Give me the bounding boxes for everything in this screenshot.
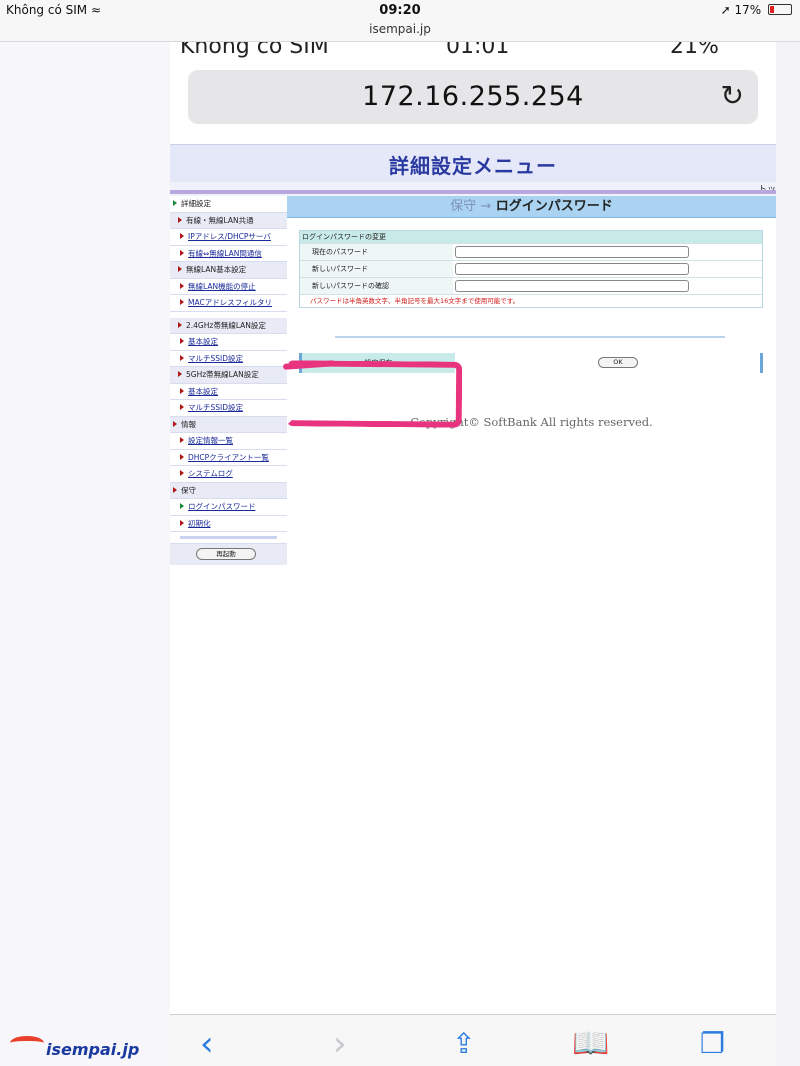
sidebar-divider <box>180 536 277 539</box>
new-password-input[interactable] <box>455 263 689 275</box>
sidebar-item-5-basic[interactable]: 基本設定 <box>170 383 287 400</box>
sidebar-item-5ghz[interactable]: 5GHz帯無線LAN設定 <box>170 367 287 384</box>
triangle-icon <box>180 503 184 509</box>
sidebar-item-info[interactable]: 情報 <box>170 416 287 433</box>
divider <box>170 190 776 194</box>
watermark-logo: isempai.jp <box>6 1032 166 1062</box>
sidebar-menu: 詳細設定 有線・無線LAN共通 IPアドレス/DHCPサーバ 有線⇔無線LAN間… <box>170 196 287 565</box>
triangle-icon <box>180 470 184 476</box>
sidebar-item-settings-list[interactable]: 設定情報一覧 <box>170 433 287 450</box>
main-content: 保守 → ログインパスワード ログインパスワードの変更 現在のパスワード 新しい… <box>287 196 776 429</box>
confirm-password-input[interactable] <box>455 280 689 292</box>
address-text: 172.16.255.254 <box>362 81 584 112</box>
status-time: 09:20 <box>379 3 421 18</box>
back-icon[interactable]: ‹ <box>200 1027 214 1061</box>
new-password-label: 新しいパスワード <box>300 261 453 277</box>
sidebar-item-ip-dhcp[interactable]: IPアドレス/DHCPサーバ <box>170 229 287 246</box>
sidebar-item-24-basic[interactable]: 基本設定 <box>170 334 287 351</box>
sidebar-item-reset[interactable]: 初期化 <box>170 515 287 532</box>
triangle-icon <box>178 371 182 377</box>
reboot-button[interactable]: 再起動 <box>196 548 256 560</box>
share-icon[interactable]: ⇪ <box>452 1029 475 1059</box>
sidebar-item-maintenance[interactable]: 保守 <box>170 482 287 499</box>
triangle-icon <box>178 266 182 272</box>
confirm-password-label: 新しいパスワードの確認 <box>300 278 453 294</box>
tabs-icon[interactable]: ❐ <box>700 1029 725 1059</box>
divider <box>335 336 725 338</box>
bookmarks-icon[interactable]: 📖 <box>572 1029 609 1059</box>
sidebar-item-wlan-stop[interactable]: 無線LAN機能の停止 <box>170 278 287 295</box>
sidebar-item-lan-comm[interactable]: 有線⇔無線LAN間通信 <box>170 245 287 262</box>
address-bar[interactable]: 172.16.255.254 ↻ <box>188 70 758 124</box>
sidebar-item-common[interactable]: 有線・無線LAN共通 <box>170 212 287 229</box>
triangle-icon <box>178 216 182 223</box>
form-row: 新しいパスワードの確認 <box>300 277 762 294</box>
breadcrumb: 保守 → <box>450 199 492 214</box>
triangle-icon <box>180 338 184 344</box>
triangle-icon <box>180 354 184 361</box>
logo-swoosh-icon <box>10 1036 44 1050</box>
reload-icon[interactable]: ↻ <box>721 79 744 112</box>
sidebar-item-login-password[interactable]: ログインパスワード <box>170 499 287 516</box>
section-heading: 保守 → ログインパスワード <box>287 196 776 218</box>
sidebar-item-24-multissid[interactable]: マルチSSID設定 <box>170 350 287 367</box>
reboot-row: 再起動 <box>170 543 287 565</box>
status-url: isempai.jp <box>369 22 431 36</box>
triangle-icon <box>180 437 184 443</box>
password-note: パスワードは半角英数文字、半角記号を最大16文字まで使用可能です。 <box>300 294 762 307</box>
form-row: 新しいパスワード <box>300 260 762 277</box>
sidebar-item-24ghz[interactable]: 2.4GHz帯無線LAN設定 <box>170 317 287 334</box>
page-title: 詳細設定メニュー <box>389 154 557 178</box>
triangle-icon <box>180 282 184 289</box>
sidebar-item-wlan-basic[interactable]: 無線LAN基本設定 <box>170 262 287 279</box>
triangle-icon <box>173 200 177 206</box>
sidebar-item-syslog[interactable]: システムログ <box>170 466 287 483</box>
watermark-text: isempai.jp <box>46 1040 140 1059</box>
highlight-annotation <box>285 360 463 428</box>
triangle-icon <box>180 249 184 256</box>
triangle-icon <box>178 321 182 328</box>
phone-battery: 21% <box>670 42 719 59</box>
sidebar-item-mac-filter[interactable]: MACアドレスフィルタリ <box>170 295 287 312</box>
triangle-icon <box>180 233 184 239</box>
section-title: ログインパスワード <box>495 199 613 214</box>
triangle-icon <box>180 519 184 526</box>
forward-icon[interactable]: › <box>333 1027 347 1061</box>
phone-time: 01:01 <box>446 42 510 59</box>
browser-toolbar: ‹ › ⇪ 📖 ❐ <box>170 1014 776 1066</box>
phone-status-bar: Không có SIM 01:01 21% <box>170 42 776 64</box>
sidebar-item-5-multissid[interactable]: マルチSSID設定 <box>170 400 287 417</box>
triangle-icon <box>180 299 184 305</box>
triangle-icon <box>180 453 184 460</box>
triangle-icon <box>173 486 177 493</box>
form-title: ログインパスワードの変更 <box>300 231 762 243</box>
current-password-label: 現在のパスワード <box>300 244 453 260</box>
ok-button[interactable]: OK <box>598 357 638 368</box>
triangle-icon <box>180 387 184 394</box>
phone-carrier: Không có SIM <box>180 42 329 59</box>
form-row: 現在のパスワード <box>300 243 762 260</box>
triangle-icon <box>180 404 184 410</box>
battery-status: ➚ 17% <box>721 3 792 17</box>
phone-screenshot: Không có SIM 01:01 21% 172.16.255.254 ↻ … <box>170 42 776 1066</box>
page-header: 詳細設定メニュー <box>170 144 776 182</box>
current-password-input[interactable] <box>455 246 689 258</box>
page-margin <box>0 42 170 1066</box>
battery-icon <box>768 4 792 15</box>
location-icon: ➚ <box>720 3 731 17</box>
sidebar-item-detail[interactable]: 詳細設定 <box>170 196 287 213</box>
password-form: ログインパスワードの変更 現在のパスワード 新しいパスワード 新しいパスワードの… <box>299 230 763 308</box>
ipad-status-bar: Không có SIM ≈ 09:20 isempai.jp ➚ 17% <box>0 0 800 42</box>
sidebar-item-dhcp-clients[interactable]: DHCPクライアント一覧 <box>170 449 287 466</box>
triangle-icon <box>173 420 177 427</box>
